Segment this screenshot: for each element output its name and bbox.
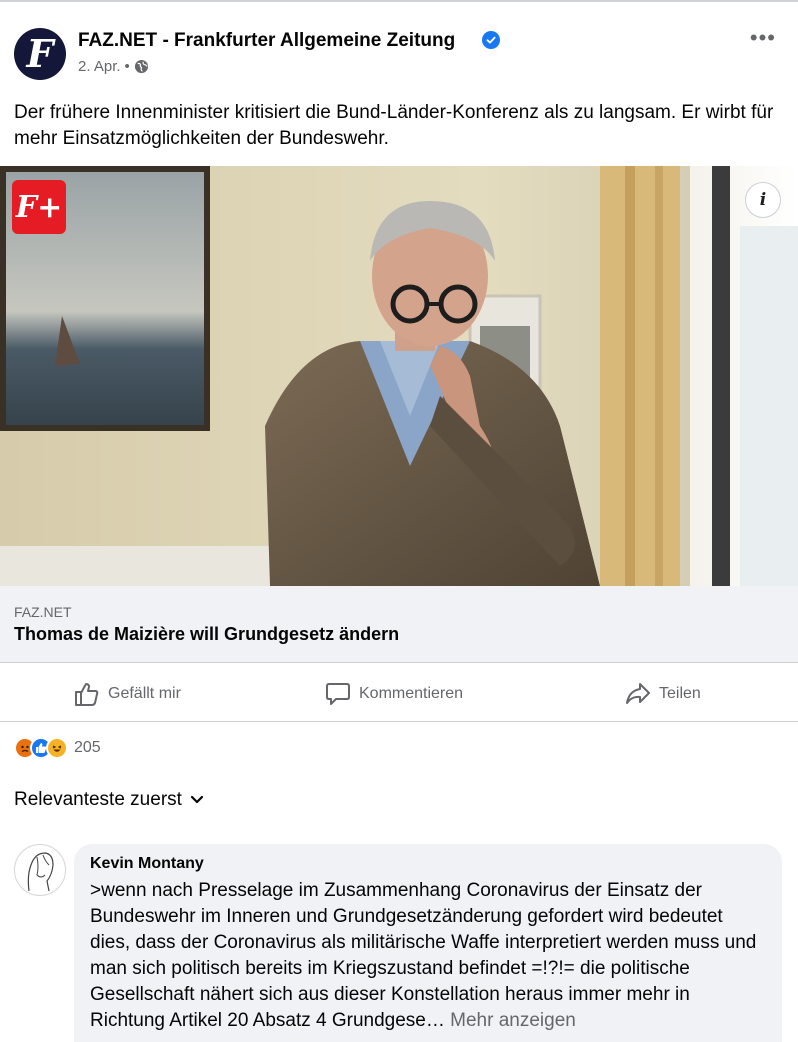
- link-title: Thomas de Maizière will Grundgesetz ände…: [14, 624, 400, 644]
- comment-text: >wenn nach Presselage im Zusammenhang Co…: [90, 878, 766, 1034]
- page-avatar-letter: F: [26, 31, 54, 76]
- globe-icon: [134, 59, 148, 74]
- page-avatar[interactable]: F: [14, 28, 66, 80]
- haha-icon: [46, 737, 68, 759]
- like-button[interactable]: Gefällt mir: [74, 681, 181, 707]
- post-meta: 2. Apr. •: [78, 58, 149, 75]
- comment-button[interactable]: Kommentieren: [325, 681, 463, 707]
- comment-sort-dropdown[interactable]: Relevanteste zuerst: [14, 789, 204, 811]
- share-button[interactable]: Teilen: [625, 681, 701, 707]
- thumbs-up-icon: [75, 683, 99, 706]
- comment-author[interactable]: Kevin Montany: [90, 854, 766, 874]
- faz-plus-label: F+: [15, 189, 63, 225]
- faz-plus-badge: F+: [12, 180, 66, 234]
- chevron-down-icon: [190, 795, 204, 804]
- sort-label: Relevanteste zuerst: [14, 789, 182, 810]
- article-photo: [0, 166, 798, 586]
- comment-body: >wenn nach Presselage im Zusammenhang Co…: [90, 880, 757, 1031]
- comment-bubble: Kevin Montany >wenn nach Presselage im Z…: [74, 844, 782, 1042]
- sketch-portrait-icon: [27, 852, 54, 892]
- like-label: Gefällt mir: [108, 685, 181, 702]
- reaction-count: 205: [74, 739, 101, 756]
- post-actions-bar: Gefällt mir Kommentieren Teilen: [0, 662, 798, 722]
- verified-badge-icon: [482, 31, 500, 49]
- see-more-link[interactable]: Mehr anzeigen: [450, 1010, 576, 1031]
- comment-icon: [326, 683, 350, 705]
- share-icon: [626, 683, 650, 704]
- link-source: FAZ.NET: [14, 604, 72, 620]
- share-label: Teilen: [659, 685, 701, 702]
- reactions-summary[interactable]: 205: [14, 737, 101, 759]
- comment-label: Kommentieren: [359, 685, 464, 702]
- post-options-button[interactable]: •••: [750, 27, 776, 49]
- article-image[interactable]: [0, 166, 798, 586]
- page-name[interactable]: FAZ.NET - Frankfurter Allgemeine Zeitung: [78, 30, 455, 52]
- top-divider: [0, 0, 798, 2]
- post-header: F FAZ.NET - Frankfurter Allgemeine Zeitu…: [14, 27, 784, 84]
- meta-separator: •: [124, 58, 130, 75]
- info-button[interactable]: i: [745, 182, 781, 218]
- post-text: Der frühere Innenminister kritisiert die…: [14, 102, 774, 149]
- commenter-avatar[interactable]: [14, 844, 66, 896]
- post-date[interactable]: 2. Apr.: [78, 58, 121, 75]
- link-preview-card[interactable]: FAZ.NET Thomas de Maizière will Grundges…: [0, 586, 798, 662]
